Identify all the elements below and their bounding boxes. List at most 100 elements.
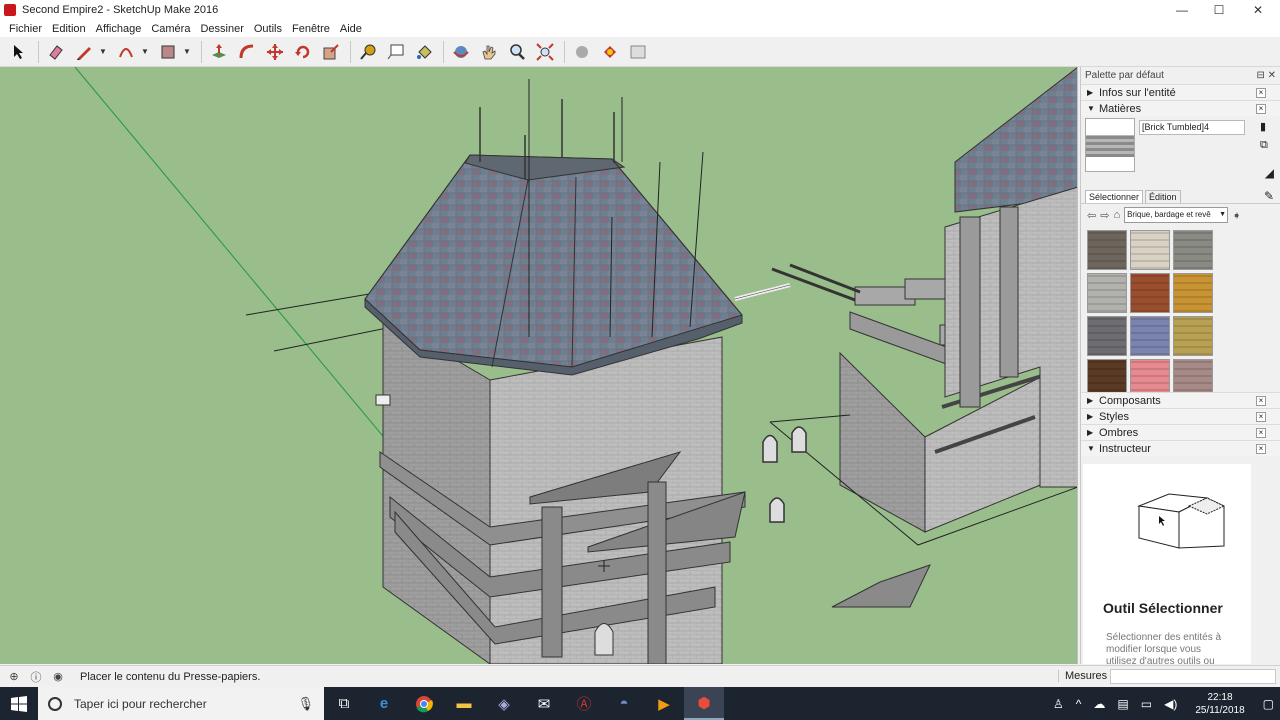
pencil-icon[interactable]: [71, 39, 97, 65]
tray-title-bar: Palette par défaut ⊟ ✕: [1081, 67, 1280, 84]
tab-edit[interactable]: Édition: [1145, 190, 1181, 203]
network-icon[interactable]: ▤: [1117, 697, 1128, 711]
rectangle-icon[interactable]: [155, 39, 181, 65]
layout-icon[interactable]: [625, 39, 651, 65]
menu-dessiner[interactable]: Dessiner: [195, 23, 248, 35]
close-icon[interactable]: ×: [1256, 396, 1266, 406]
follow-me-icon[interactable]: [234, 39, 260, 65]
info-icon[interactable]: ⓘ: [28, 669, 44, 685]
material-swatch[interactable]: [1130, 230, 1170, 270]
edge-icon[interactable]: e: [364, 687, 404, 720]
windows-start-icon[interactable]: [0, 687, 38, 720]
material-swatch[interactable]: [1087, 359, 1127, 392]
measurements-input[interactable]: [1110, 669, 1276, 684]
microphone-icon[interactable]: 🎙: [297, 696, 314, 712]
zoom-icon[interactable]: [504, 39, 530, 65]
material-swatch[interactable]: [1173, 273, 1213, 313]
system-tray: ♙ ^ ☁ ▤ ▭ ◀) 22:18 25/11/2018 ▢: [1047, 687, 1280, 720]
components-header[interactable]: ▶ Composants ×: [1081, 392, 1280, 408]
chevron-down-icon[interactable]: ▼: [99, 47, 109, 56]
material-swatch[interactable]: [1087, 273, 1127, 313]
orbit-icon[interactable]: [448, 39, 474, 65]
people-icon[interactable]: ♙: [1053, 697, 1064, 711]
library-select[interactable]: Brique, bardage et revê ▼: [1124, 207, 1229, 223]
push-pull-icon[interactable]: [206, 39, 232, 65]
material-swatch[interactable]: [1173, 359, 1213, 392]
menu-aide[interactable]: Aide: [335, 23, 367, 35]
styles-header[interactable]: ▶ Styles ×: [1081, 408, 1280, 424]
paint-bucket-icon[interactable]: [411, 39, 437, 65]
rotate-icon[interactable]: [290, 39, 316, 65]
file-explorer-icon[interactable]: ▬: [444, 687, 484, 720]
entity-info-header[interactable]: ▶ Infos sur l'entité ×: [1081, 84, 1280, 100]
geolocation-icon[interactable]: ⊕: [6, 670, 22, 683]
chevron-down-icon[interactable]: ▼: [141, 47, 151, 56]
close-icon[interactable]: ×: [1256, 444, 1266, 454]
text-icon[interactable]: [383, 39, 409, 65]
pin-and-close-icon[interactable]: ⊟ ✕: [1256, 70, 1276, 81]
material-swatch[interactable]: [1173, 230, 1213, 270]
close-icon[interactable]: ×: [1256, 104, 1266, 114]
material-swatch[interactable]: [1087, 230, 1127, 270]
current-material-swatch[interactable]: [1085, 118, 1135, 172]
home-icon[interactable]: ⌂: [1113, 209, 1120, 221]
task-view-icon[interactable]: ⧉: [324, 687, 364, 720]
sketchup-task-icon[interactable]: ◈: [484, 687, 524, 720]
instructor-header[interactable]: ▼ Instructeur ×: [1081, 440, 1280, 456]
chevron-up-icon[interactable]: ^: [1076, 697, 1082, 711]
back-arrow-icon[interactable]: ⇦: [1087, 209, 1096, 222]
move-icon[interactable]: [262, 39, 288, 65]
taskbar-search[interactable]: Taper ici pour rechercher 🎙: [38, 687, 324, 720]
material-name-field[interactable]: [Brick Tumbled]4: [1139, 120, 1245, 135]
user-icon[interactable]: ◉: [50, 670, 66, 683]
create-material-icon[interactable]: ⧉: [1260, 139, 1274, 152]
menu-outils[interactable]: Outils: [249, 23, 287, 35]
display-secondary-icon[interactable]: ▮: [1260, 120, 1274, 133]
chevron-down-icon[interactable]: ▼: [183, 47, 193, 56]
extension-warehouse-icon[interactable]: [597, 39, 623, 65]
onedrive-icon[interactable]: ☁: [1093, 697, 1105, 711]
tab-select[interactable]: Sélectionner: [1085, 190, 1144, 203]
menu-fenetre[interactable]: Fenêtre: [287, 23, 335, 35]
select-tool-icon[interactable]: [6, 39, 32, 65]
sketchup-active-icon[interactable]: ⬢: [684, 687, 724, 720]
close-icon[interactable]: ×: [1256, 412, 1266, 422]
chrome-icon[interactable]: [404, 687, 444, 720]
zoom-extents-icon[interactable]: [532, 39, 558, 65]
menu-affichage[interactable]: Affichage: [91, 23, 147, 35]
shadows-header[interactable]: ▶ Ombres ×: [1081, 424, 1280, 440]
close-icon[interactable]: ×: [1256, 428, 1266, 438]
tape-measure-icon[interactable]: [355, 39, 381, 65]
close-icon[interactable]: ×: [1256, 88, 1266, 98]
arc-icon[interactable]: [113, 39, 139, 65]
material-swatch[interactable]: [1173, 316, 1213, 356]
forward-arrow-icon[interactable]: ⇨: [1100, 209, 1109, 222]
battery-icon[interactable]: ▭: [1141, 697, 1152, 711]
eyedropper-icon[interactable]: ✎: [1264, 189, 1274, 203]
material-swatch[interactable]: [1087, 316, 1127, 356]
app-red-icon[interactable]: Ⓐ: [564, 687, 604, 720]
scale-icon[interactable]: [318, 39, 344, 65]
material-swatch[interactable]: [1130, 316, 1170, 356]
material-swatch[interactable]: [1130, 359, 1170, 392]
discord-icon[interactable]: ◓: [604, 687, 644, 720]
notifications-icon[interactable]: ▢: [1263, 697, 1274, 711]
close-button[interactable]: ✕: [1238, 0, 1278, 20]
sample-paint-icon[interactable]: ◢: [1265, 166, 1274, 180]
maximize-button[interactable]: ☐: [1199, 0, 1239, 20]
material-swatch[interactable]: [1130, 273, 1170, 313]
details-arrow-icon[interactable]: ➧: [1232, 209, 1241, 222]
minimize-button[interactable]: —: [1162, 0, 1202, 20]
3d-warehouse-icon[interactable]: [569, 39, 595, 65]
menu-camera[interactable]: Caméra: [146, 23, 195, 35]
volume-icon[interactable]: ◀): [1164, 697, 1177, 711]
menu-fichier[interactable]: Fichier: [4, 23, 47, 35]
materials-header[interactable]: ▼ Matières ×: [1081, 100, 1280, 116]
mail-icon[interactable]: ✉: [524, 687, 564, 720]
3d-viewport[interactable]: [0, 67, 1078, 664]
taskbar-clock[interactable]: 22:18 25/11/2018: [1195, 691, 1244, 717]
eraser-icon[interactable]: [43, 39, 69, 65]
media-player-icon[interactable]: ▶: [644, 687, 684, 720]
menu-edition[interactable]: Edition: [47, 23, 91, 35]
hand-icon[interactable]: [476, 39, 502, 65]
